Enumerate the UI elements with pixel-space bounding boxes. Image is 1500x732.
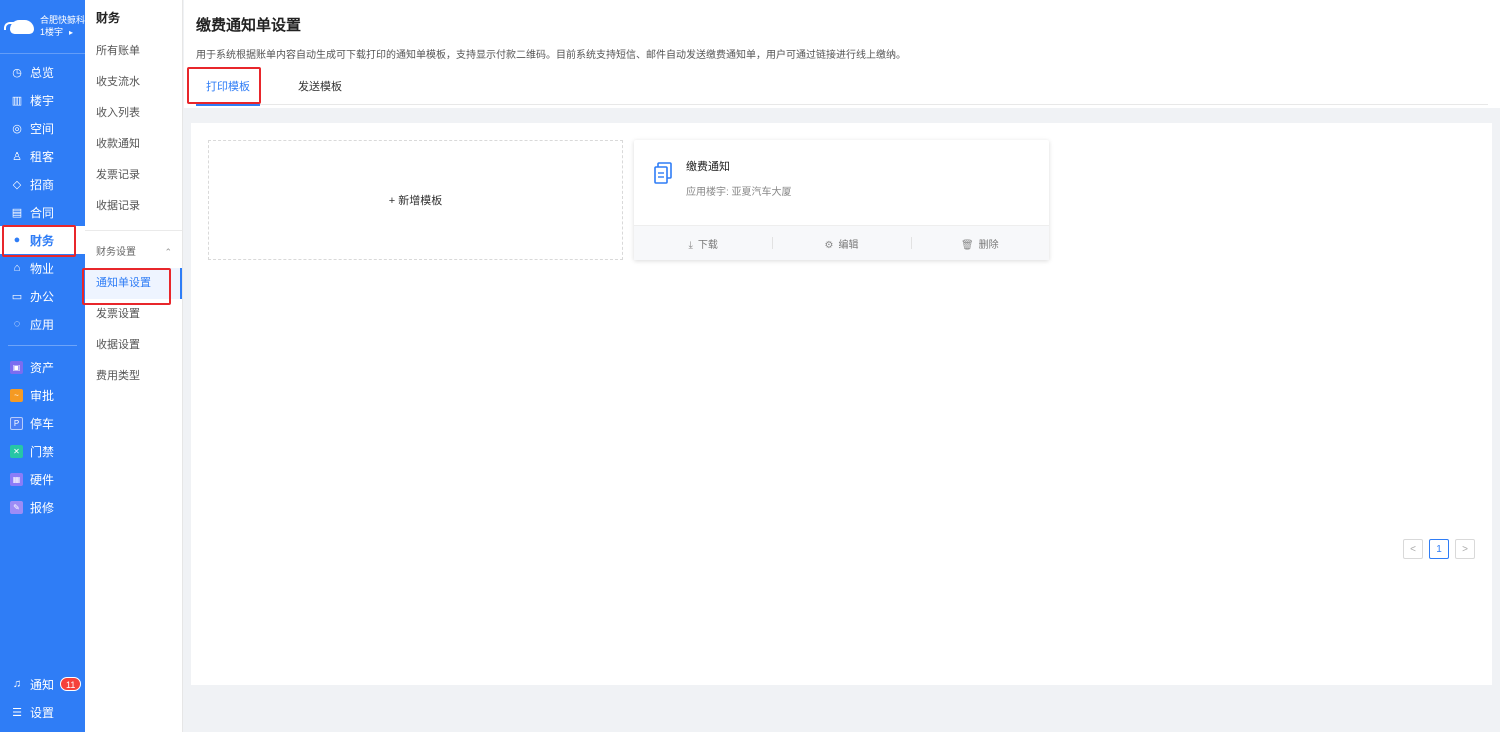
template-actions: ⤓ 下载 ⚙ 编辑 🗑 删除 [634, 225, 1049, 260]
pagination: < 1 > [1403, 539, 1475, 559]
nav-item-hardware[interactable]: ▦ 硬件 [0, 465, 85, 493]
subnav-group-finance-settings[interactable]: 财务设置 ⌃ [85, 237, 182, 268]
template-card: 缴费通知 应用楼宇: 亚夏汽车大厦 ⤓ 下载 ⚙ 编辑 🗑 删除 [634, 140, 1049, 260]
brand[interactable]: 合肥快鲸科 1楼宇 ▸ [0, 0, 85, 54]
subnav-divider [85, 230, 182, 231]
subnav-item-cashflow[interactable]: 收支流水 [85, 67, 182, 98]
clock-icon: ◷ [12, 66, 22, 79]
document-copy-icon [654, 162, 672, 184]
finance-icon: ● [13, 234, 21, 246]
template-building: 应用楼宇: 亚夏汽车大厦 [686, 187, 792, 198]
subnav-item-invoice-records[interactable]: 发票记录 [85, 160, 182, 191]
notification-count-badge: 11 [60, 677, 82, 691]
template-name: 缴费通知 [686, 161, 730, 173]
tag-icon: ◇ [12, 178, 22, 191]
tab-send-template[interactable]: 发送模板 [288, 77, 352, 105]
building-icon: ▥ [11, 94, 23, 107]
nav-item-parking[interactable]: P 停车 [0, 409, 85, 437]
main-content: 缴费通知单设置 用于系统根据账单内容自动生成可下载打印的通知单模板，支持显示付款… [184, 0, 1500, 732]
nav-item-notifications[interactable]: ♫ 通知 11 [0, 670, 85, 698]
chevron-up-icon: ⌃ [164, 247, 172, 257]
caret-right-icon: ▸ [69, 28, 74, 37]
gear-icon: ⚙ [824, 239, 834, 251]
subnav-item-receipt-records[interactable]: 收据记录 [85, 191, 182, 222]
monitor-icon: ▭ [11, 290, 23, 303]
subnav-item-notice-settings[interactable]: 通知单设置 [85, 268, 182, 299]
subnav-title: 财务 [96, 11, 121, 25]
finance-subnav: 财务 所有账单 收支流水 收入列表 收款通知 发票记录 收据记录 财务设置 ⌃ 通… [85, 0, 183, 732]
apps-icon: ◌ [13, 318, 21, 330]
nav-item-approval[interactable]: ~ 审批 [0, 381, 85, 409]
delete-button[interactable]: 🗑 删除 [910, 236, 1049, 251]
subnav-item-income-list[interactable]: 收入列表 [85, 98, 182, 129]
prev-page-button[interactable]: < [1403, 539, 1423, 559]
page-title: 缴费通知单设置 [196, 17, 302, 34]
home-icon: ⌂ [13, 262, 21, 274]
page-header: 缴费通知单设置 用于系统根据账单内容自动生成可下载打印的通知单模板，支持显示付款… [184, 0, 1500, 108]
subnav-item-all-bills[interactable]: 所有账单 [85, 36, 182, 67]
nav-item-office[interactable]: ▭ 办公 [0, 282, 85, 310]
download-button[interactable]: ⤓ 下载 [634, 236, 772, 251]
nav-item-apps[interactable]: ◌ 应用 [0, 310, 85, 338]
nav-item-space[interactable]: ◎ 空间 [0, 114, 85, 142]
trash-icon: 🗑 [960, 239, 974, 251]
nav-item-property[interactable]: ⌂ 物业 [0, 254, 85, 282]
nav-item-settings[interactable]: ☰ 设置 [0, 698, 85, 726]
tab-print-template[interactable]: 打印模板 [196, 77, 260, 106]
document-icon: ▤ [11, 206, 23, 219]
asset-icon: ▣ [10, 360, 23, 374]
subnav-item-receipt-settings[interactable]: 收据设置 [85, 330, 182, 361]
nav-item-access[interactable]: ✕ 门禁 [0, 437, 85, 465]
whale-logo-icon [4, 19, 34, 34]
nav-item-overview[interactable]: ◷ 总览 [0, 58, 85, 86]
subnav-item-invoice-settings[interactable]: 发票设置 [85, 299, 182, 330]
next-page-button[interactable]: > [1455, 539, 1475, 559]
edit-button[interactable]: ⚙ 编辑 [772, 236, 910, 251]
nav-item-leasing[interactable]: ◇ 招商 [0, 170, 85, 198]
template-tabs: 打印模板 发送模板 [196, 77, 1488, 106]
repair-icon: ✎ [10, 500, 23, 514]
nav-item-building[interactable]: ▥ 楼宇 [0, 86, 85, 114]
subnav-item-fee-types[interactable]: 费用类型 [85, 361, 182, 392]
user-group-icon: ♙ [12, 150, 22, 163]
access-control-icon: ✕ [10, 444, 23, 458]
primary-sidebar: 合肥快鲸科 1楼宇 ▸ ◷ 总览 ▥ 楼宇 ◎ 空间 ♙ 租客 ◇ 招商 ▤ 合同 ● 财务 ⌂… [0, 0, 85, 732]
nav-item-tenant[interactable]: ♙ 租客 [0, 142, 85, 170]
template-list-panel: + 新增模板 缴费通知 应用楼宇: 亚夏汽车大厦 ⤓ 下载 ⚙ 编辑 🗑 删除 < 1 [191, 123, 1492, 685]
nav-item-finance[interactable]: ● 财务 [0, 226, 85, 254]
page-description: 用于系统根据账单内容自动生成可下载打印的通知单模板，支持显示付款二维码。目前系统… [196, 50, 906, 61]
parking-icon: P [10, 416, 23, 430]
nav-item-repair[interactable]: ✎ 报修 [0, 493, 85, 521]
brand-company: 合肥快鲸科 [40, 15, 86, 25]
cube-icon: ◎ [12, 122, 22, 135]
add-template-button[interactable]: + 新增模板 [208, 140, 623, 260]
nav-item-asset[interactable]: ▣ 资产 [0, 353, 85, 381]
nav-item-contract[interactable]: ▤ 合同 [0, 198, 85, 226]
brand-building: 1楼宇 ▸ [40, 27, 74, 37]
approval-icon: ~ [10, 388, 23, 402]
subnav-item-payment-notice[interactable]: 收款通知 [85, 129, 182, 160]
download-icon: ⤓ [688, 239, 693, 251]
menu-icon: ☰ [12, 706, 22, 719]
bell-icon: ♫ [12, 678, 22, 690]
nav-divider [8, 345, 77, 346]
page-1-button[interactable]: 1 [1429, 539, 1449, 559]
hardware-icon: ▦ [10, 472, 23, 486]
